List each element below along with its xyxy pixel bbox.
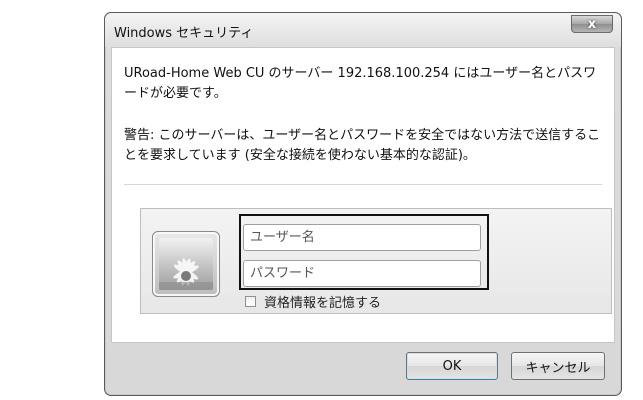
dialog-content: URoad-Home Web CU のサーバー 192.168.100.254 …: [111, 47, 615, 343]
remember-checkbox[interactable]: [245, 295, 256, 307]
credential-panel: 資格情報を記憶する: [140, 208, 612, 314]
ok-button[interactable]: OK: [406, 352, 498, 380]
remember-credentials[interactable]: 資格情報を記憶する: [245, 293, 382, 311]
separator: [124, 184, 602, 185]
security-dialog: Windows セキュリティ x URoad-Home Web CU のサーバー…: [104, 12, 622, 396]
remember-label: 資格情報を記憶する: [264, 295, 382, 311]
title-bar[interactable]: Windows セキュリティ x: [105, 13, 621, 47]
user-tile: [152, 231, 220, 297]
close-icon: x: [587, 16, 597, 32]
close-button[interactable]: x: [571, 15, 613, 33]
warning-message: 警告: このサーバーは、ユーザー名とパスワードを安全ではない方法で送信することを…: [124, 128, 601, 163]
user-flower-icon: [159, 238, 213, 290]
window-title: Windows セキュリティ: [114, 26, 254, 41]
password-input[interactable]: [243, 260, 481, 287]
username-input[interactable]: [243, 224, 481, 251]
server-message: URoad-Home Web CU のサーバー 192.168.100.254 …: [124, 66, 597, 101]
cancel-button[interactable]: キャンセル: [511, 352, 605, 380]
